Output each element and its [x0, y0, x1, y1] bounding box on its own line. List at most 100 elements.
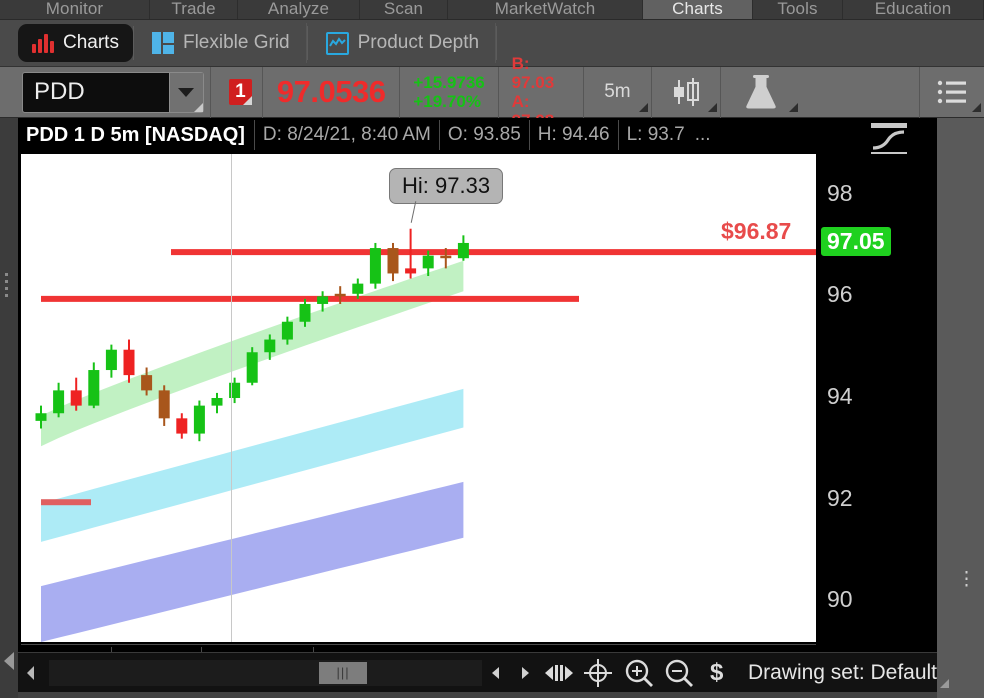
price-level-line [171, 249, 816, 256]
left-rail [0, 118, 18, 698]
last-price-badge: 97.05 [821, 226, 891, 256]
collapse-left-icon[interactable] [4, 652, 14, 670]
menu-tab-label: Trade [171, 0, 216, 18]
candle-body [440, 255, 452, 259]
candle-body [422, 255, 434, 269]
chart-bottom-toolbar: ||| $ Drawing set: Default [18, 652, 950, 692]
main-menu-bar: Monitor Trade Analyze Scan MarketWatch Charts… [0, 0, 984, 20]
studies-button[interactable] [721, 67, 801, 118]
chart-high: H: 94.46 [528, 120, 618, 150]
menu-tab-scan[interactable]: Scan [360, 0, 448, 19]
menu-tab-analyze[interactable]: Analyze [238, 0, 360, 19]
drag-handle[interactable] [5, 273, 9, 301]
candle-body [176, 418, 188, 434]
candle-body [88, 370, 100, 406]
chart-more: ... [694, 124, 711, 145]
candle-body [264, 339, 276, 353]
candlestick-series [35, 228, 816, 642]
candle-body [141, 375, 153, 391]
divider [209, 66, 211, 118]
menu-tab-label: Analyze [267, 0, 330, 18]
resize-corner-icon [193, 102, 203, 112]
candle-body [299, 303, 311, 322]
scroll-hint-icon: ⋮ [957, 569, 976, 590]
price-axis-tick: 92 [827, 484, 853, 511]
chart-panel: PDD 1 D 5m [NASDAQ] D: 8/24/21, 8:40 AM … [18, 118, 937, 680]
badge-corner-icon [243, 96, 252, 105]
right-pad: ⋮ [937, 118, 984, 698]
candle-body [369, 248, 381, 284]
divider [496, 26, 498, 60]
price-axis-tick: 94 [827, 383, 853, 409]
candlestick-icon [674, 78, 700, 106]
tab-flexible-grid[interactable]: Flexible Grid [136, 23, 307, 63]
change-absolute: +15.9736 [413, 72, 485, 92]
menu-tab-tools[interactable]: Tools [753, 0, 843, 19]
menu-tab-trade[interactable]: Trade [150, 0, 238, 19]
compress-expand-button[interactable] [540, 662, 578, 684]
crosshair-button[interactable] [578, 658, 618, 688]
tab-charts[interactable]: Charts [18, 24, 133, 62]
dropdown-corner-icon [788, 102, 798, 112]
dollar-scale-button[interactable]: $ [699, 659, 734, 687]
drawing-set-label[interactable]: Drawing set: Default [748, 661, 950, 688]
menu-tab-charts[interactable]: Charts [643, 0, 753, 19]
symbol-input[interactable]: PDD [22, 71, 204, 113]
dropdown-corner-icon [971, 102, 981, 112]
dropdown-corner-icon [940, 678, 950, 688]
price-level-line [41, 499, 91, 506]
candle-body [334, 293, 346, 297]
high-tooltip: Hi: 97.33 [389, 168, 504, 204]
horizontal-scrollbar[interactable]: ||| [49, 659, 482, 686]
crosshair-icon [584, 658, 613, 687]
trading-platform-window: Monitor Trade Analyze Scan MarketWatch Charts… [0, 0, 984, 698]
step-forward-button[interactable] [511, 665, 540, 681]
step-back-button[interactable] [482, 665, 511, 681]
timeframe-label: 5m [604, 81, 631, 102]
symbol-value: PDD [34, 78, 85, 105]
candle-body [387, 248, 399, 274]
chart-style-button[interactable] [652, 67, 720, 118]
chart-date: D: 8/24/21, 8:40 AM [253, 120, 439, 150]
candle-body [53, 390, 65, 414]
menu-tab-monitor[interactable]: Monitor [0, 0, 150, 19]
price-axis[interactable]: 97.05 98 96 94 92 90 [816, 154, 937, 642]
candle-body [317, 296, 329, 304]
zoom-out-button[interactable] [659, 658, 699, 688]
list-menu-icon [937, 80, 966, 104]
chart-open: O: 93.85 [438, 120, 529, 150]
menu-tab-marketwatch[interactable]: MarketWatch [448, 0, 643, 19]
tab-product-depth[interactable]: Product Depth [310, 23, 497, 63]
menu-tab-label: Monitor [45, 0, 104, 18]
lot-size-badge[interactable]: 1 [228, 79, 252, 105]
compress-icon [544, 664, 573, 681]
bar-chart-icon [32, 33, 54, 53]
price-plot[interactable]: Hi: 97.33 $96.87 [21, 154, 816, 642]
tab-product-depth-label: Product Depth [357, 32, 480, 53]
candle-body [105, 349, 117, 371]
menu-tab-education[interactable]: Education [843, 0, 984, 19]
tab-charts-label: Charts [63, 32, 119, 53]
zoom-in-button[interactable] [619, 658, 659, 688]
candle-body [158, 390, 170, 419]
dropdown-corner-icon [707, 102, 717, 112]
scroll-left-button[interactable] [18, 664, 43, 682]
price-axis-tick: 96 [827, 281, 853, 308]
timeframe-selector[interactable]: 5m [584, 67, 652, 118]
menu-tab-label: Scan [383, 0, 424, 18]
scrollbar-thumb[interactable]: ||| [319, 661, 368, 684]
depth-chart-icon [325, 31, 349, 55]
menu-tab-label: Charts [672, 0, 723, 18]
candle-body [457, 242, 469, 259]
price-level-line [41, 295, 579, 302]
dropdown-corner-icon [639, 102, 649, 112]
price-axis-tick: 98 [827, 179, 853, 206]
candle-body [352, 283, 364, 294]
candle-body [281, 321, 293, 340]
change-percent: +19.70% [413, 92, 481, 111]
menu-tab-label: Tools [777, 0, 818, 18]
zoom-out-icon [665, 659, 694, 687]
chart-menu-button[interactable] [920, 67, 984, 118]
candle-body [123, 349, 135, 376]
price-line-label: $96.87 [721, 217, 792, 244]
